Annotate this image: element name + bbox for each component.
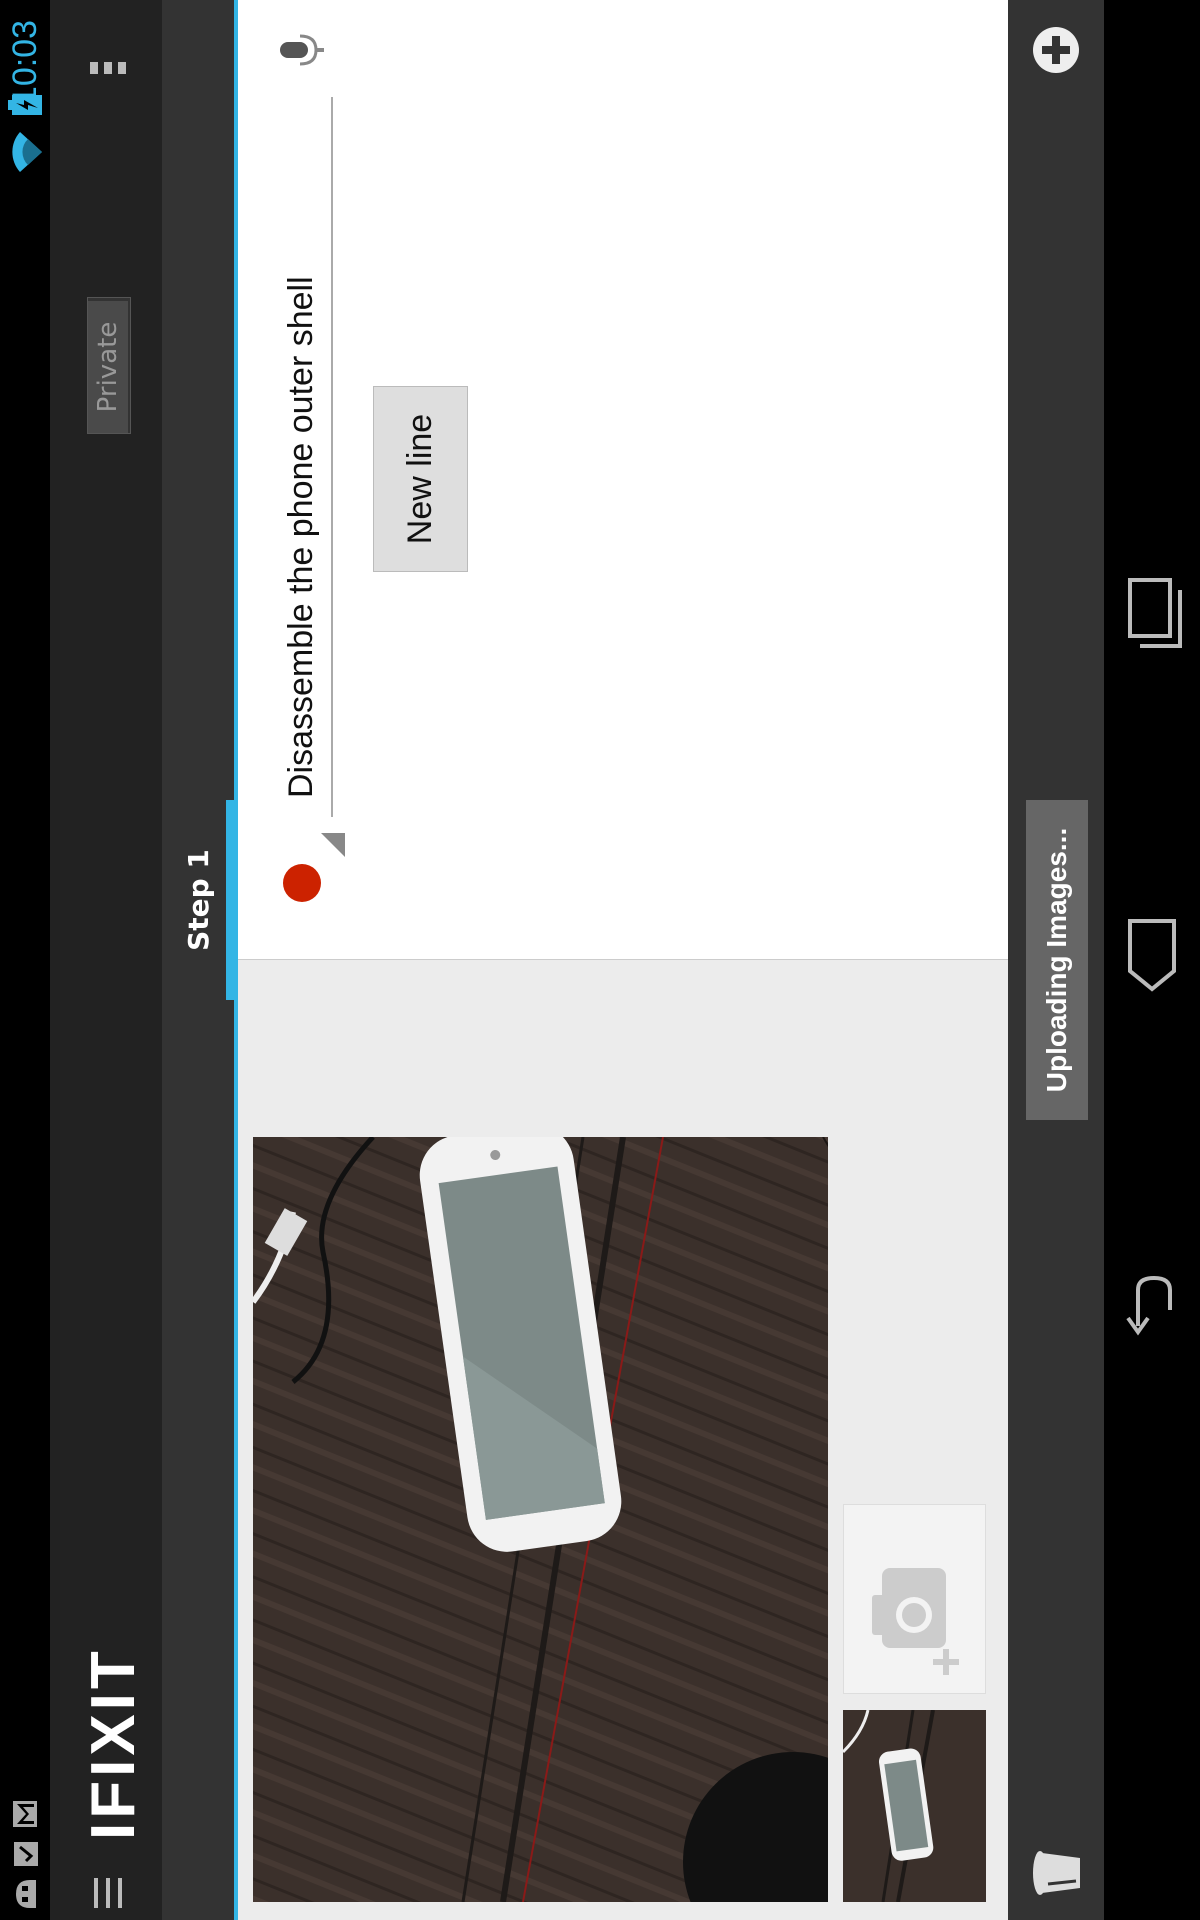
tab-label: Step 1 [182,849,215,951]
back-icon[interactable] [1124,1270,1180,1340]
recent-apps-icon[interactable] [1124,576,1184,650]
tab-step-1[interactable]: Step 1 [162,800,234,1000]
step-tab-strip: Step 1 [162,0,234,1920]
thumbnail-photo [843,1710,986,1902]
main-step-image[interactable] [253,1137,828,1902]
image-thumbnail[interactable] [843,1710,986,1902]
bullet-dropdown-icon[interactable] [321,833,345,857]
status-bar: 10:03 [0,0,50,1920]
gmail-icon [13,1801,37,1827]
ifixit-logo[interactable]: IFIXIT [78,1647,149,1840]
step-line-text[interactable]: Disassemble the phone outer shell [282,276,321,798]
phone-photo [253,1137,828,1902]
trash-icon[interactable] [1030,1848,1084,1898]
step-text-editor [238,0,1008,960]
private-label: Private [88,301,128,433]
step-content: Disassemble the phone outer shell New li… [238,0,1008,1920]
action-bar: IFIXIT Private [50,0,162,1920]
notification-icon [16,1880,36,1908]
add-camera-icon [872,1568,959,1675]
checklist-icon [14,1842,38,1866]
add-circle-icon[interactable] [1032,26,1080,74]
uploading-images-button[interactable]: Uploading Images... [1026,800,1088,1120]
new-line-button[interactable]: New line [373,386,468,572]
app-screen: 10:03 IFIXIT Private Step 1 Disassemble … [0,0,1200,1920]
wifi-icon [12,132,42,172]
home-icon[interactable] [1124,915,1180,995]
add-photo-button[interactable] [843,1504,986,1694]
microphone-icon[interactable] [278,30,326,70]
bottom-toolbar: Uploading Images... [1008,0,1104,1920]
private-toggle[interactable]: Private [87,297,131,434]
tab-indicator [226,800,234,1000]
status-clock: 10:03 [6,20,44,106]
drawer-menu-icon[interactable] [88,1874,128,1908]
system-nav-bar [1104,0,1200,1920]
bullet-color-button[interactable] [283,864,321,902]
overflow-menu-icon[interactable] [86,38,130,98]
